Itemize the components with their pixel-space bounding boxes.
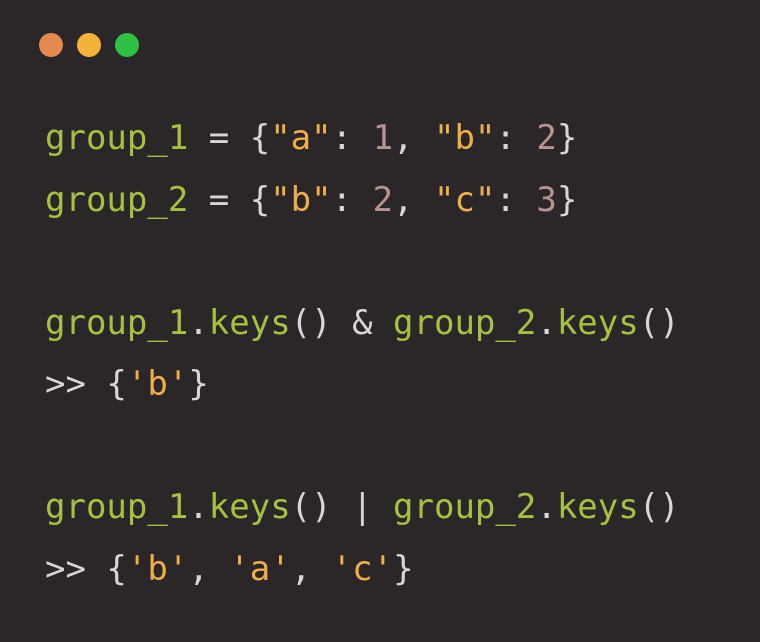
code-token: , <box>393 118 434 158</box>
code-token: 2 <box>536 118 557 158</box>
code-token: , <box>393 179 434 220</box>
close-dot-icon[interactable] <box>39 33 63 57</box>
code-token: keys <box>208 302 291 343</box>
code-block: group_1 = {"a": 1, "b": 2} group_2 = {"b"… <box>45 108 680 600</box>
code-token: . <box>188 487 209 527</box>
code-token: , <box>188 548 230 589</box>
code-token: } <box>188 364 209 404</box>
window-controls <box>39 33 139 57</box>
zoom-dot-icon[interactable] <box>115 33 139 57</box>
code-token: = { <box>188 179 271 220</box>
code-token: } <box>556 118 578 158</box>
code-token: keys <box>556 487 639 527</box>
code-token: group_2 <box>45 179 189 220</box>
code-token: keys <box>556 302 639 343</box>
code-token: : <box>331 118 373 158</box>
minimize-dot-icon[interactable] <box>77 33 101 57</box>
code-token: 'a' <box>229 548 291 589</box>
code-token: () <box>638 302 680 343</box>
code-token: 'b' <box>126 364 189 404</box>
code-token: } <box>393 548 414 589</box>
code-line: group_1.keys() & group_2.keys() <box>45 293 680 355</box>
code-line: group_1 = {"a": 1, "b": 2} <box>45 108 680 170</box>
code-token: . <box>536 302 557 343</box>
code-token: keys <box>208 487 291 527</box>
code-token: group_1 <box>45 302 189 343</box>
code-token: 'b' <box>126 548 189 589</box>
code-token: 'c' <box>331 548 394 589</box>
code-token: () <box>638 487 680 527</box>
code-token: . <box>188 302 209 343</box>
code-token: "a" <box>270 118 332 158</box>
code-token: : <box>495 179 537 220</box>
code-token: = { <box>188 118 271 158</box>
code-token: "c" <box>434 179 496 220</box>
code-token: () & <box>290 302 394 343</box>
code-snippet-window: group_1 = {"a": 1, "b": 2} group_2 = {"b"… <box>0 0 760 642</box>
code-token: } <box>556 179 578 220</box>
code-token: 3 <box>536 179 557 220</box>
code-token: group_1 <box>45 487 189 527</box>
code-token: : <box>495 118 537 158</box>
code-line: group_2 = {"b": 2, "c": 3} <box>45 170 680 232</box>
code-token: : <box>331 179 373 220</box>
code-token: group_1 <box>45 118 189 158</box>
code-line: >> {'b'} <box>45 354 680 416</box>
code-token: 2 <box>372 179 394 220</box>
code-token: "b" <box>434 118 496 158</box>
code-token: 1 <box>372 118 394 158</box>
code-token: >> { <box>45 364 127 404</box>
code-token: . <box>536 487 557 527</box>
code-token: >> { <box>45 548 127 589</box>
code-line: group_1.keys() | group_2.keys() <box>45 477 680 539</box>
code-token: "b" <box>270 179 332 220</box>
code-token: () | <box>290 487 394 527</box>
code-line: >> {'b', 'a', 'c'} <box>45 539 680 601</box>
code-token: , <box>290 548 332 589</box>
code-token: group_2 <box>393 487 537 527</box>
code-token: group_2 <box>393 302 537 343</box>
